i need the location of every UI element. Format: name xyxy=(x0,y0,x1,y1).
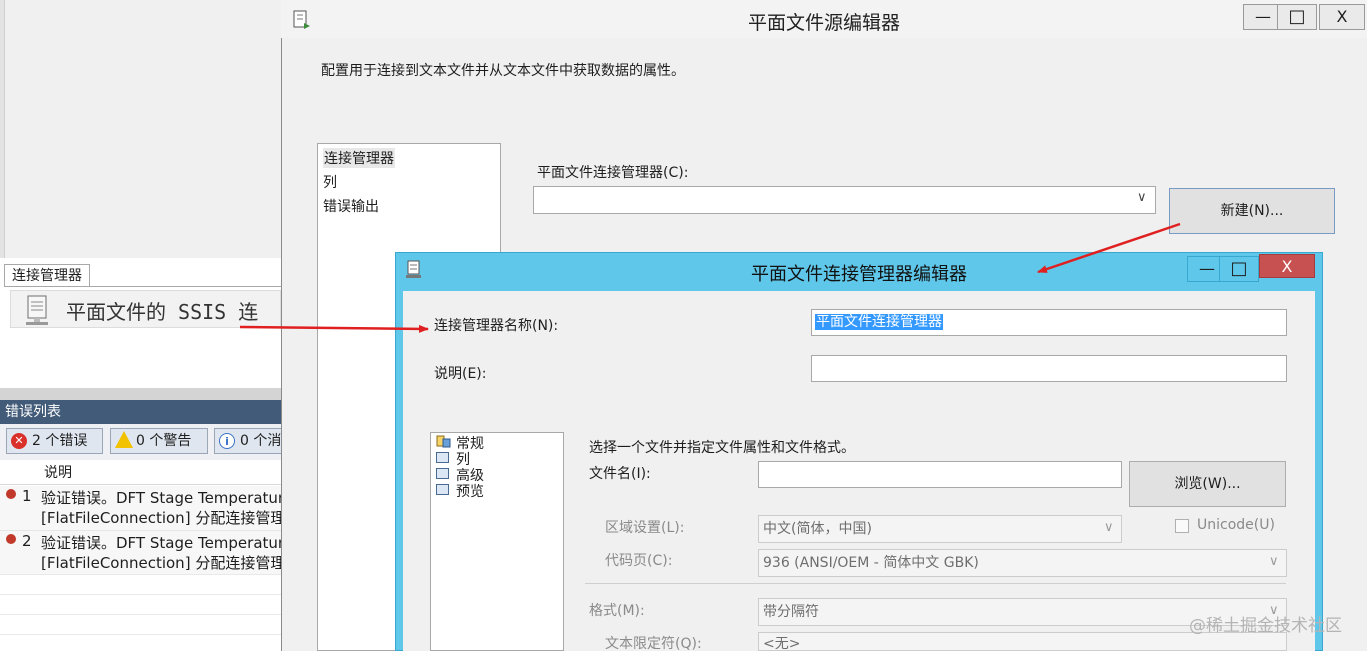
annotation-arrows xyxy=(239,222,1181,333)
annotation-arrow xyxy=(1037,222,1181,274)
annotation-arrow xyxy=(239,324,429,333)
watermark: @稀土掘金技术社区 xyxy=(1189,616,1342,636)
